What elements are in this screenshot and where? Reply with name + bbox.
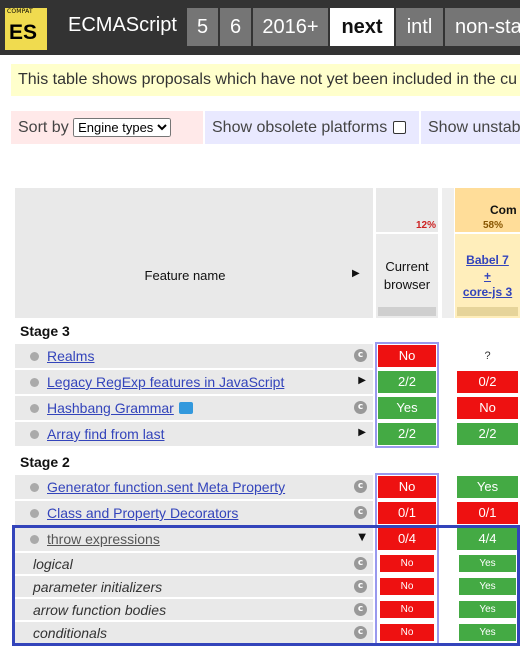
table-row: Generator function.sent Meta Property c	[15, 475, 373, 499]
result-cell: 0/1	[457, 502, 518, 524]
tab-non-standard[interactable]: non-sta	[445, 8, 520, 46]
tab-es2016plus[interactable]: 2016+	[253, 8, 328, 46]
table-row: Array find from last ▶	[15, 422, 373, 446]
babel-header[interactable]: Babel 7 + core-js 3	[455, 252, 520, 300]
sort-arrow-icon[interactable]: ▶	[352, 268, 360, 279]
babel-header-line2: +	[483, 269, 491, 283]
c-icon[interactable]: c	[354, 401, 367, 414]
bullet-icon	[30, 404, 39, 413]
info-notice: This table shows proposals which have no…	[11, 64, 520, 96]
top-navigation-bar: COMPAT ES ECMAScript 5 6 2016+ next intl…	[0, 0, 520, 55]
column-spacer	[442, 188, 454, 318]
result-cell: ?	[457, 345, 518, 367]
feature-link[interactable]: Class and Property Decorators	[47, 505, 238, 521]
feature-link[interactable]: Hashbang Grammar	[47, 400, 174, 416]
page-title: ECMAScript	[68, 14, 177, 36]
logo-small-text: COMPAT	[7, 8, 33, 15]
spec-icon[interactable]	[179, 402, 193, 414]
result-cell: Yes	[457, 476, 518, 498]
c-icon[interactable]: c	[354, 480, 367, 493]
feature-link[interactable]: Array find from last	[47, 426, 164, 442]
current-header-bar	[378, 307, 436, 316]
feature-name-header[interactable]: Feature name	[15, 268, 355, 283]
compat-es-logo[interactable]: COMPAT ES	[5, 8, 47, 50]
feature-link[interactable]: Realms	[47, 348, 94, 364]
bullet-icon	[30, 483, 39, 492]
current-browser-highlight	[375, 342, 439, 448]
current-percentage: 12%	[415, 220, 436, 231]
expand-arrow-icon[interactable]: ▶	[358, 427, 366, 438]
c-icon[interactable]: c	[354, 506, 367, 519]
bullet-icon	[30, 352, 39, 361]
sort-option: Sort by Engine types	[11, 111, 203, 144]
stage-2-heading: Stage 2	[20, 454, 70, 470]
sort-label: Sort by	[18, 119, 69, 136]
bullet-icon	[30, 509, 39, 518]
table-row: Legacy RegExp features in JavaScript ▶	[15, 370, 373, 394]
table-row: Class and Property Decorators c	[15, 501, 373, 525]
logo-text: ES	[9, 21, 38, 44]
tab-es5[interactable]: 5	[187, 8, 218, 46]
stage-3-heading: Stage 3	[20, 323, 70, 339]
obsolete-label: Show obsolete platforms	[212, 119, 388, 136]
unstable-label: Show unstab	[428, 119, 520, 136]
obsolete-option[interactable]: Show obsolete platforms	[205, 111, 419, 144]
table-row: Hashbang Grammar c	[15, 396, 373, 420]
compilers-label: Com	[490, 203, 517, 217]
selection-highlight-box	[12, 525, 520, 646]
c-icon[interactable]: c	[354, 349, 367, 362]
babel-header-line1: Babel 7	[466, 253, 509, 267]
babel-header-line3: core-js 3	[462, 285, 513, 299]
tab-next[interactable]: next	[330, 8, 394, 46]
feature-header-cell	[15, 188, 373, 318]
table-row: Realms c	[15, 344, 373, 368]
feature-link[interactable]: Generator function.sent Meta Property	[47, 479, 285, 495]
result-cell: 0/2	[457, 371, 518, 393]
current-browser-header: Current browser	[383, 259, 431, 292]
unstable-option[interactable]: Show unstab	[421, 111, 520, 144]
babel-header-bar	[457, 307, 518, 316]
compilers-percentage: 58%	[483, 220, 504, 231]
bullet-icon	[30, 430, 39, 439]
feature-link[interactable]: Legacy RegExp features in JavaScript	[47, 374, 284, 390]
expand-arrow-icon[interactable]: ▶	[358, 375, 366, 386]
bullet-icon	[30, 378, 39, 387]
sort-select[interactable]: Engine types	[73, 118, 172, 138]
result-cell: No	[457, 397, 518, 419]
tab-es6[interactable]: 6	[220, 8, 251, 46]
obsolete-checkbox[interactable]	[393, 121, 407, 135]
result-cell: 2/2	[457, 423, 518, 445]
tab-intl[interactable]: intl	[396, 8, 443, 46]
